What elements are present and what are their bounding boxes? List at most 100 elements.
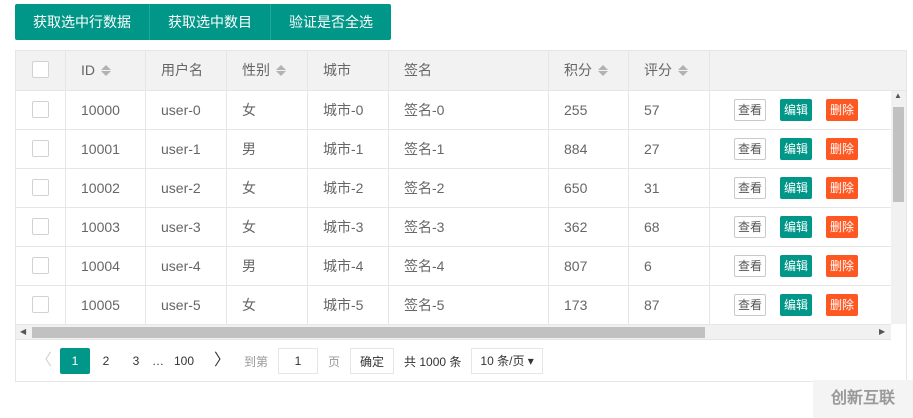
edit-button[interactable]: 编辑 bbox=[780, 255, 813, 277]
table-row: 10005 user-5 女城市-5 签名-5 173 87 查看 编辑 删除 bbox=[16, 286, 891, 325]
table-cell: 签名-2 bbox=[389, 169, 549, 207]
sort-icon[interactable] bbox=[101, 65, 111, 77]
sort-icon[interactable] bbox=[276, 65, 286, 77]
edit-button[interactable]: 编辑 bbox=[780, 177, 813, 199]
header-label: 签名 bbox=[404, 62, 432, 78]
view-button[interactable]: 查看 bbox=[734, 177, 767, 199]
edit-button[interactable]: 编辑 bbox=[780, 216, 813, 238]
table-cell: 女 bbox=[227, 91, 308, 129]
scroll-right-icon[interactable]: ▶ bbox=[879, 327, 885, 336]
table-cell: 城市-1 bbox=[308, 130, 389, 168]
table-cell: 城市-3 bbox=[308, 208, 389, 246]
delete-button[interactable]: 删除 bbox=[826, 294, 859, 316]
delete-button[interactable]: 删除 bbox=[826, 216, 859, 238]
edit-button[interactable]: 编辑 bbox=[780, 294, 813, 316]
table-cell: 57 bbox=[629, 91, 710, 129]
horizontal-scroll-thumb[interactable] bbox=[32, 327, 705, 338]
table-row: 10003 user-3 女城市-3 签名-3 362 68 查看 编辑 删除 bbox=[16, 208, 891, 247]
row-checkbox[interactable] bbox=[32, 257, 49, 274]
edit-button[interactable]: 编辑 bbox=[780, 138, 813, 160]
row-checkbox-cell bbox=[16, 169, 66, 207]
get-selected-rows-button[interactable]: 获取选中行数据 bbox=[15, 4, 150, 40]
header-cell[interactable]: 积分 bbox=[549, 51, 629, 90]
page-size-select[interactable]: 10 条/页 ▾ bbox=[471, 348, 543, 374]
pagination: 〈 1 2 3 … 100 〉 到第 1 页 确定 共 1000 条 10 条/… bbox=[16, 341, 906, 381]
table-cell: 签名-1 bbox=[389, 130, 549, 168]
table-cell: 10002 bbox=[66, 169, 146, 207]
header-cell[interactable]: 性别 bbox=[227, 51, 308, 90]
vertical-scroll-thumb[interactable] bbox=[893, 107, 904, 202]
prev-page-button[interactable]: 〈 bbox=[30, 348, 58, 374]
edit-button[interactable]: 编辑 bbox=[780, 99, 813, 121]
row-actions: 查看 编辑 删除 bbox=[710, 91, 891, 129]
goto-confirm-button[interactable]: 确定 bbox=[350, 348, 395, 374]
check-all-selected-button[interactable]: 验证是否全选 bbox=[271, 4, 391, 40]
header-label: ID bbox=[81, 62, 95, 78]
table-cell: 362 bbox=[549, 208, 629, 246]
watermark-logo: 创新互联 bbox=[813, 380, 913, 418]
table-cell: 城市-4 bbox=[308, 247, 389, 285]
row-checkbox[interactable] bbox=[32, 101, 49, 118]
scroll-up-icon[interactable]: ▲ bbox=[894, 91, 902, 100]
header-cell: 签名 bbox=[389, 51, 549, 90]
table-cell: 城市-2 bbox=[308, 169, 389, 207]
next-page-button[interactable]: 〉 bbox=[208, 348, 236, 374]
row-actions: 查看 编辑 删除 bbox=[710, 247, 891, 285]
data-table: ▲ ◀ ▶ 〈 1 2 3 … 100 〉 到第 1 页 确定 共 1000 条… bbox=[15, 50, 907, 382]
delete-button[interactable]: 删除 bbox=[826, 177, 859, 199]
table-cell: 签名-5 bbox=[389, 286, 549, 324]
page-1[interactable]: 1 bbox=[60, 348, 90, 374]
table-row: 10004 user-4 男城市-4 签名-4 807 6 查看 编辑 删除 bbox=[16, 247, 891, 286]
actions-cell: 查看 编辑 删除 bbox=[710, 208, 891, 246]
row-checkbox-cell bbox=[16, 130, 66, 168]
get-selected-count-button[interactable]: 获取选中数目 bbox=[150, 4, 271, 40]
view-button[interactable]: 查看 bbox=[734, 255, 767, 277]
table-cell: 87 bbox=[629, 286, 710, 324]
page-3[interactable]: 3 bbox=[122, 348, 150, 374]
table-cell: 884 bbox=[549, 130, 629, 168]
row-checkbox[interactable] bbox=[32, 140, 49, 157]
view-button[interactable]: 查看 bbox=[734, 138, 767, 160]
header-cell[interactable]: 评分 bbox=[629, 51, 710, 90]
header-label: 积分 bbox=[564, 62, 592, 78]
row-checkbox-cell bbox=[16, 208, 66, 246]
row-checkbox[interactable] bbox=[32, 179, 49, 196]
table-cell: user-2 bbox=[146, 169, 227, 207]
scroll-left-icon[interactable]: ◀ bbox=[20, 327, 26, 336]
delete-button[interactable]: 删除 bbox=[826, 255, 859, 277]
table-cell: user-3 bbox=[146, 208, 227, 246]
view-button[interactable]: 查看 bbox=[734, 99, 767, 121]
view-button[interactable]: 查看 bbox=[734, 294, 767, 316]
table-cell: 签名-3 bbox=[389, 208, 549, 246]
sort-icon[interactable] bbox=[598, 65, 608, 77]
delete-button[interactable]: 删除 bbox=[826, 99, 859, 121]
row-checkbox-cell bbox=[16, 247, 66, 285]
row-checkbox[interactable] bbox=[32, 218, 49, 235]
total-count: 共 1000 条 bbox=[404, 354, 462, 369]
table-cell: user-4 bbox=[146, 247, 227, 285]
actions-cell: 查看 编辑 删除 bbox=[710, 247, 891, 285]
select-all-checkbox[interactable] bbox=[32, 61, 49, 78]
horizontal-scrollbar[interactable]: ◀ ▶ bbox=[16, 324, 891, 340]
goto-page-input[interactable]: 1 bbox=[278, 348, 319, 374]
table-cell: 10004 bbox=[66, 247, 146, 285]
delete-button[interactable]: 删除 bbox=[826, 138, 859, 160]
page-2[interactable]: 2 bbox=[92, 348, 120, 374]
header-label: 城市 bbox=[323, 62, 351, 78]
table-cell: 173 bbox=[549, 286, 629, 324]
table-cell: 男 bbox=[227, 130, 308, 168]
row-checkbox[interactable] bbox=[32, 296, 49, 313]
table-header-row: ID 用户名 性别 城市 签名 积分 评分 bbox=[16, 51, 906, 91]
table-cell: user-0 bbox=[146, 91, 227, 129]
view-button[interactable]: 查看 bbox=[734, 216, 767, 238]
table-cell: 10000 bbox=[66, 91, 146, 129]
header-cell: 城市 bbox=[308, 51, 389, 90]
page-unit-label: 页 bbox=[328, 354, 341, 369]
table-cell: 255 bbox=[549, 91, 629, 129]
vertical-scrollbar[interactable]: ▲ bbox=[891, 91, 906, 324]
header-cell[interactable]: ID bbox=[66, 51, 146, 90]
sort-icon[interactable] bbox=[678, 65, 688, 77]
table-cell: 10003 bbox=[66, 208, 146, 246]
table-cell: user-1 bbox=[146, 130, 227, 168]
page-last[interactable]: 100 bbox=[170, 348, 198, 374]
